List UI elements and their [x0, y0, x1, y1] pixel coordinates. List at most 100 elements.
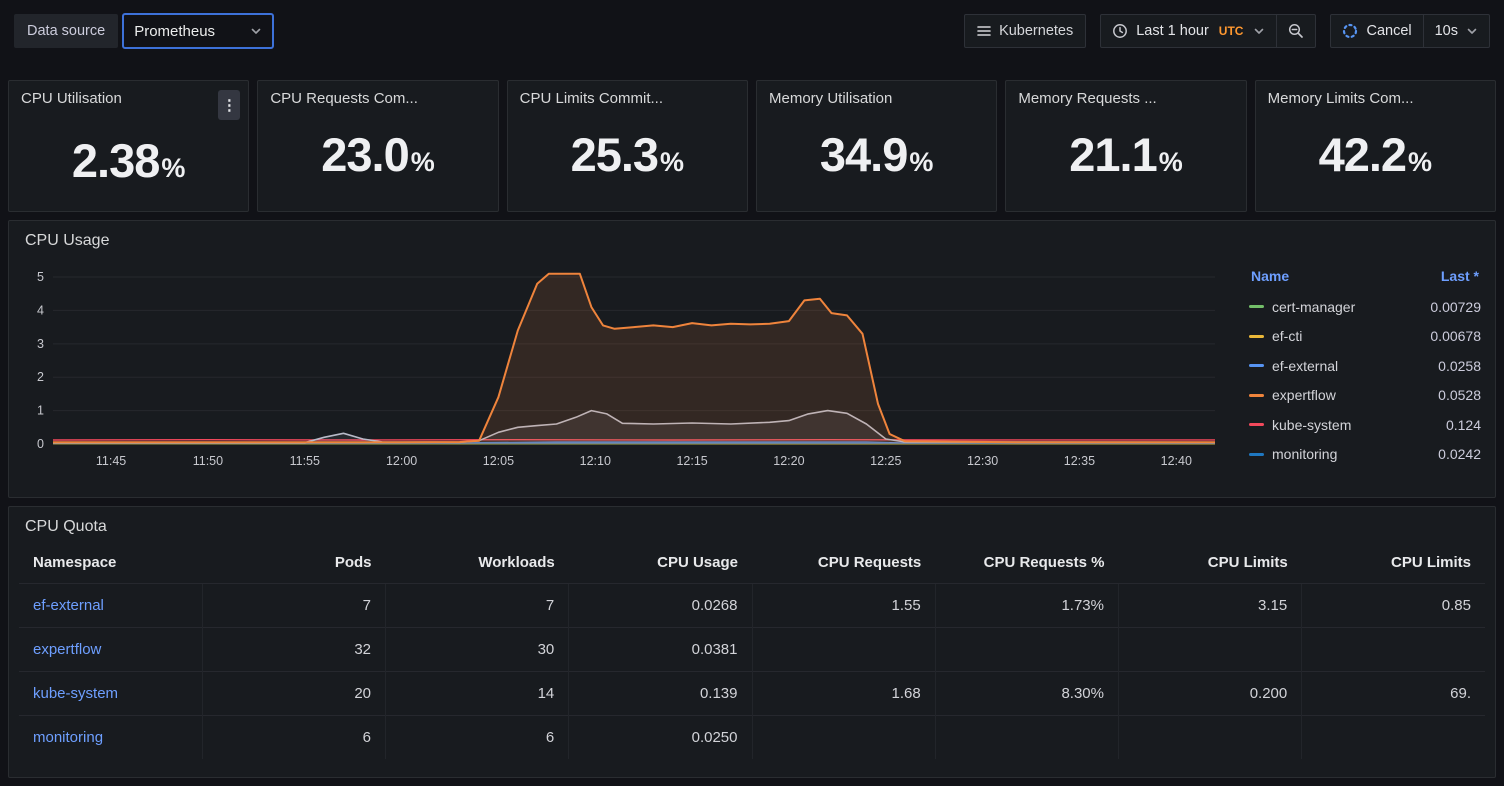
series-name-link[interactable]: cert-manager — [1272, 299, 1430, 315]
panel-title[interactable]: CPU Usage — [9, 221, 1495, 254]
time-range-picker[interactable]: Last 1 hour UTC — [1101, 15, 1276, 47]
data-source-picker[interactable]: Prometheus — [122, 13, 274, 49]
cpu-quota-table-body: ef-external770.02681.551.73%3.150.85expe… — [19, 584, 1485, 760]
panel-title[interactable]: CPU Quota — [9, 507, 1495, 540]
cancel-refresh-button[interactable]: Cancel — [1331, 15, 1422, 47]
cpu-quota-table: NamespacePodsWorkloadsCPU UsageCPU Reque… — [19, 542, 1485, 759]
namespace-link[interactable]: expertflow — [33, 641, 101, 658]
stats-row: CPU Utilisation ⋮ 2.38% CPU Requests Com… — [8, 80, 1496, 212]
svg-text:12:00: 12:00 — [386, 454, 417, 468]
namespace-cell: monitoring — [19, 716, 202, 760]
value-cell: 14 — [386, 672, 569, 716]
svg-text:12:05: 12:05 — [483, 454, 514, 468]
stat-panel-cpu-utilisation: CPU Utilisation ⋮ 2.38% — [8, 80, 249, 212]
namespace-link[interactable]: monitoring — [33, 729, 103, 746]
value-cell — [752, 628, 935, 672]
legend-row: ef-external0.0258 — [1249, 351, 1481, 381]
column-header[interactable]: CPU Requests % — [935, 542, 1118, 584]
namespace-link[interactable]: kube-system — [33, 685, 118, 702]
series-name-link[interactable]: ef-cti — [1272, 328, 1430, 344]
stat-value: 25.3 — [571, 127, 658, 182]
refresh-group: Cancel 10s — [1330, 14, 1490, 48]
stat-value: 42.2 — [1319, 127, 1406, 182]
series-name-link[interactable]: monitoring — [1272, 446, 1438, 462]
value-cell — [1302, 716, 1485, 760]
column-header[interactable]: CPU Limits — [1302, 542, 1485, 584]
panel-title: CPU Utilisation — [21, 90, 122, 107]
series-last-value: 0.0242 — [1438, 446, 1481, 462]
value-cell: 1.68 — [752, 672, 935, 716]
kubernetes-button-label: Kubernetes — [999, 23, 1073, 39]
svg-text:11:50: 11:50 — [193, 454, 223, 468]
legend-row: monitoring0.0242 — [1249, 440, 1481, 470]
cpu-usage-legend: Name Last * cert-manager0.00729ef-cti0.0… — [1243, 254, 1495, 472]
series-color-swatch — [1249, 423, 1264, 426]
value-cell — [935, 716, 1118, 760]
legend-row: cert-manager0.00729 — [1249, 292, 1481, 322]
stat-unit: % — [161, 153, 185, 184]
chevron-down-icon — [250, 25, 262, 37]
column-header[interactable]: CPU Requests — [752, 542, 935, 584]
value-cell: 0.0268 — [569, 584, 752, 628]
value-cell: 30 — [386, 628, 569, 672]
column-header[interactable]: Namespace — [19, 542, 202, 584]
cpu-usage-panel: CPU Usage 01234511:4511:5011:5512:0012:0… — [8, 220, 1496, 498]
chevron-down-icon — [1253, 25, 1265, 37]
timezone-label: UTC — [1219, 24, 1244, 38]
namespace-link[interactable]: ef-external — [33, 597, 104, 614]
column-header[interactable]: CPU Usage — [569, 542, 752, 584]
column-header[interactable]: Pods — [202, 542, 385, 584]
time-picker-group: Last 1 hour UTC — [1100, 14, 1316, 48]
legend-name-header[interactable]: Name — [1251, 268, 1289, 284]
series-color-swatch — [1249, 453, 1264, 456]
svg-text:12:20: 12:20 — [773, 454, 804, 468]
svg-text:12:25: 12:25 — [870, 454, 901, 468]
table-row: ef-external770.02681.551.73%3.150.85 — [19, 584, 1485, 628]
stat-panel-memory-utilisation: Memory Utilisation 34.9% — [756, 80, 997, 212]
cpu-usage-chart[interactable]: 01234511:4511:5011:5512:0012:0512:1012:1… — [15, 254, 1220, 472]
svg-text:5: 5 — [37, 270, 44, 284]
stat-value: 23.0 — [321, 127, 408, 182]
stat-value: 21.1 — [1069, 127, 1156, 182]
time-range-label: Last 1 hour — [1136, 23, 1209, 39]
dashboard-toolbar: Data source Prometheus Kubernetes — [8, 8, 1496, 54]
series-color-swatch — [1249, 394, 1264, 397]
svg-text:12:10: 12:10 — [580, 454, 611, 468]
namespace-cell: expertflow — [19, 628, 202, 672]
zoom-out-time-button[interactable] — [1276, 15, 1315, 47]
panel-menu-button[interactable]: ⋮ — [218, 90, 240, 120]
series-last-value: 0.00729 — [1430, 299, 1481, 315]
column-header[interactable]: Workloads — [386, 542, 569, 584]
stat-unit: % — [909, 147, 933, 178]
svg-text:1: 1 — [37, 404, 44, 418]
kubernetes-dashboard-button[interactable]: Kubernetes — [964, 14, 1086, 48]
table-header-row: NamespacePodsWorkloadsCPU UsageCPU Reque… — [19, 542, 1485, 584]
series-name-link[interactable]: ef-external — [1272, 358, 1438, 374]
cpu-usage-legend-rows: cert-manager0.00729ef-cti0.00678ef-exter… — [1249, 292, 1481, 469]
column-header[interactable]: CPU Limits — [1119, 542, 1302, 584]
data-source-value: Prometheus — [134, 23, 215, 40]
refresh-interval-picker[interactable]: 10s — [1423, 15, 1489, 47]
value-cell: 7 — [202, 584, 385, 628]
value-cell: 0.0250 — [569, 716, 752, 760]
namespace-cell: ef-external — [19, 584, 202, 628]
series-name-link[interactable]: expertflow — [1272, 387, 1438, 403]
panel-title: Memory Requests ... — [1018, 90, 1156, 107]
cancel-label: Cancel — [1366, 23, 1411, 39]
value-cell: 32 — [202, 628, 385, 672]
value-cell — [935, 628, 1118, 672]
value-cell: 7 — [386, 584, 569, 628]
legend-last-header[interactable]: Last * — [1441, 268, 1479, 284]
svg-text:4: 4 — [37, 303, 44, 317]
refresh-interval-value: 10s — [1435, 23, 1458, 39]
cpu-quota-panel: CPU Quota NamespacePodsWorkloadsCPU Usag… — [8, 506, 1496, 778]
value-cell — [1302, 628, 1485, 672]
series-color-swatch — [1249, 335, 1264, 338]
dashboard-page: Data source Prometheus Kubernetes — [0, 0, 1504, 786]
series-last-value: 0.00678 — [1430, 328, 1481, 344]
namespace-cell: kube-system — [19, 672, 202, 716]
stat-unit: % — [660, 147, 684, 178]
series-name-link[interactable]: kube-system — [1272, 417, 1446, 433]
stat-unit: % — [1159, 147, 1183, 178]
value-cell: 1.55 — [752, 584, 935, 628]
